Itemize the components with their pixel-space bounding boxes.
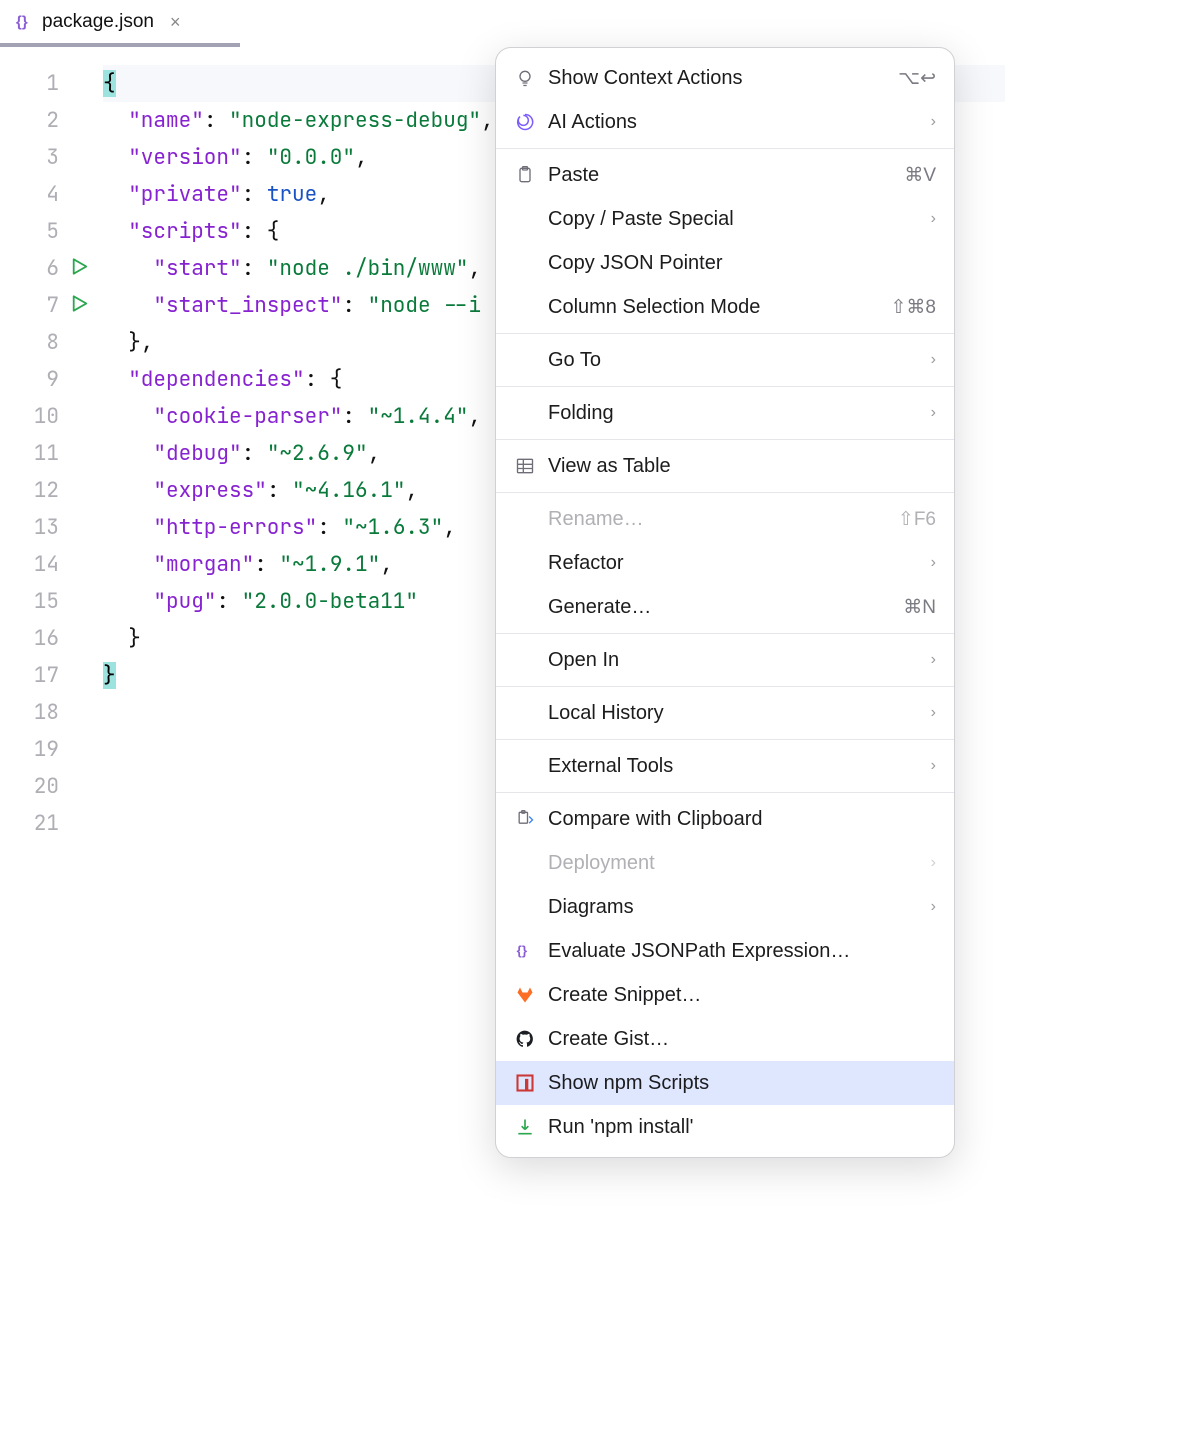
menu-separator [496, 492, 954, 493]
menu-open-in[interactable]: Open In › [496, 638, 954, 682]
chevron-right-icon: › [931, 113, 936, 131]
download-icon [514, 1116, 536, 1138]
chevron-right-icon: › [931, 554, 936, 572]
menu-separator [496, 148, 954, 149]
tab-bar: {} package.json × [0, 0, 1005, 45]
compare-clipboard-icon [514, 808, 536, 830]
menu-copy-paste-special[interactable]: Copy / Paste Special › [496, 197, 954, 241]
chevron-right-icon: › [931, 351, 936, 369]
chevron-right-icon: › [931, 404, 936, 422]
line-number: 6 [0, 250, 103, 287]
svg-text:{}: {} [16, 14, 28, 31]
line-number: 19 [0, 731, 103, 768]
tab-package-json[interactable]: {} package.json × [0, 0, 196, 44]
github-icon [514, 1028, 536, 1050]
menu-deployment: Deployment › [496, 841, 954, 885]
close-icon[interactable]: × [170, 12, 181, 33]
chevron-right-icon: › [931, 651, 936, 669]
run-gutter-icon[interactable] [71, 287, 89, 324]
line-number: 17 [0, 657, 103, 694]
menu-separator [496, 333, 954, 334]
menu-rename: Rename… ⇧F6 [496, 497, 954, 541]
chevron-right-icon: › [931, 898, 936, 916]
line-number: 11 [0, 435, 103, 472]
menu-diagrams[interactable]: Diagrams › [496, 885, 954, 929]
menu-folding[interactable]: Folding › [496, 391, 954, 435]
menu-view-as-table[interactable]: View as Table [496, 444, 954, 488]
menu-column-selection[interactable]: Column Selection Mode ⇧⌘8 [496, 285, 954, 329]
tab-label: package.json [42, 11, 154, 33]
menu-local-history[interactable]: Local History › [496, 691, 954, 735]
menu-copy-json-pointer[interactable]: Copy JSON Pointer [496, 241, 954, 285]
line-number: 12 [0, 472, 103, 509]
menu-go-to[interactable]: Go To › [496, 338, 954, 382]
menu-refactor[interactable]: Refactor › [496, 541, 954, 585]
menu-separator [496, 633, 954, 634]
menu-ai-actions[interactable]: AI Actions › [496, 100, 954, 144]
jsonpath-icon: {} [514, 940, 536, 962]
menu-generate[interactable]: Generate… ⌘N [496, 585, 954, 629]
line-number: 9 [0, 361, 103, 398]
menu-separator [496, 686, 954, 687]
line-number: 5 [0, 213, 103, 250]
chevron-right-icon: › [931, 704, 936, 722]
line-number: 21 [0, 805, 103, 842]
line-number: 1 [0, 65, 103, 102]
chevron-right-icon: › [931, 210, 936, 228]
menu-separator [496, 739, 954, 740]
line-number: 8 [0, 324, 103, 361]
svg-text:{}: {} [517, 943, 527, 958]
context-menu: Show Context Actions ⌥↩ AI Actions › Pas… [495, 47, 955, 1158]
brace-open: { [103, 70, 116, 97]
menu-create-snippet[interactable]: Create Snippet… [496, 973, 954, 1017]
chevron-right-icon: › [931, 854, 936, 872]
line-number: 15 [0, 583, 103, 620]
clipboard-icon [514, 164, 536, 186]
menu-paste[interactable]: Paste ⌘V [496, 153, 954, 197]
npm-icon [514, 1072, 536, 1094]
run-gutter-icon[interactable] [71, 250, 89, 287]
line-number: 16 [0, 620, 103, 657]
line-number: 2 [0, 102, 103, 139]
ai-spiral-icon [514, 111, 536, 133]
line-number: 3 [0, 139, 103, 176]
menu-separator [496, 439, 954, 440]
menu-context-actions[interactable]: Show Context Actions ⌥↩ [496, 56, 954, 100]
table-icon [514, 455, 536, 477]
menu-separator [496, 792, 954, 793]
menu-compare-clipboard[interactable]: Compare with Clipboard [496, 797, 954, 841]
menu-separator [496, 386, 954, 387]
line-number: 7 [0, 287, 103, 324]
line-number: 20 [0, 768, 103, 805]
menu-create-gist[interactable]: Create Gist… [496, 1017, 954, 1061]
brace-close: } [103, 662, 116, 689]
json-file-icon: {} [16, 13, 34, 31]
gutter: 1 2 3 4 5 6 7 8 9 10 11 12 13 14 15 16 [0, 45, 103, 1180]
menu-evaluate-jsonpath[interactable]: {} Evaluate JSONPath Expression… [496, 929, 954, 973]
menu-show-npm-scripts[interactable]: Show npm Scripts [496, 1061, 954, 1105]
gitlab-icon [514, 984, 536, 1006]
line-number: 10 [0, 398, 103, 435]
line-number: 4 [0, 176, 103, 213]
chevron-right-icon: › [931, 757, 936, 775]
lightbulb-icon [514, 67, 536, 89]
menu-run-npm-install[interactable]: Run 'npm install' [496, 1105, 954, 1149]
line-number: 14 [0, 546, 103, 583]
line-number: 18 [0, 694, 103, 731]
menu-external-tools[interactable]: External Tools › [496, 744, 954, 788]
line-number: 13 [0, 509, 103, 546]
